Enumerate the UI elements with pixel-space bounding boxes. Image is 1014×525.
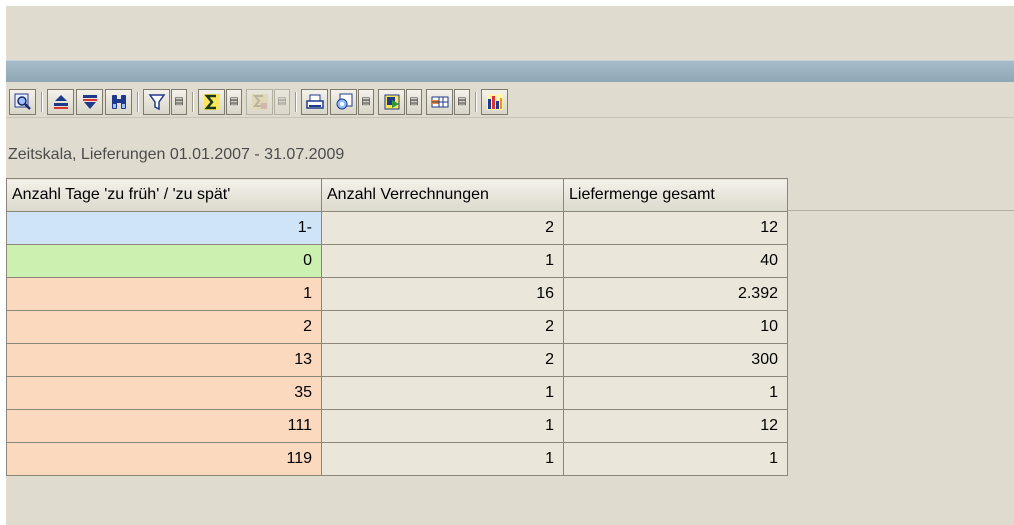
- cell-count[interactable]: 2: [321, 310, 564, 344]
- menu-list-icon: ▤: [174, 96, 184, 107]
- cell-count[interactable]: 1: [321, 376, 564, 410]
- menu-list-icon: ▤: [457, 96, 467, 107]
- subtotal-button[interactable]: [246, 89, 273, 115]
- cell-quantity[interactable]: 300: [563, 343, 788, 377]
- table-row[interactable]: 13 2 300: [6, 343, 788, 377]
- sort-ascending-button[interactable]: [47, 89, 74, 115]
- export-icon: [384, 94, 399, 110]
- column-header-quantity[interactable]: Liefermenge gesamt: [563, 178, 788, 212]
- views-menu-button[interactable]: ▤: [358, 89, 374, 115]
- layout-menu-button[interactable]: ▤: [454, 89, 470, 115]
- cell-days[interactable]: 2: [6, 310, 322, 344]
- table-row[interactable]: 1 16 2.392: [6, 277, 788, 311]
- menu-list-icon: ▤: [409, 96, 419, 107]
- alv-toolbar: ▤ ▤ ▤ ▤ ▤ ▤: [6, 82, 1014, 118]
- cell-count[interactable]: 1: [321, 244, 564, 278]
- cell-count[interactable]: 1: [321, 442, 564, 476]
- filter-menu-button[interactable]: ▤: [171, 89, 187, 115]
- sort-descending-button[interactable]: [76, 89, 103, 115]
- table-row[interactable]: 35 1 1: [6, 376, 788, 410]
- export-menu-button[interactable]: ▤: [406, 89, 422, 115]
- find-button[interactable]: [105, 89, 132, 115]
- table-header-row: Anzahl Tage 'zu früh' / 'zu spät' Anzahl…: [6, 178, 788, 212]
- cell-quantity[interactable]: 12: [563, 409, 788, 443]
- results-table: Anzahl Tage 'zu früh' / 'zu spät' Anzahl…: [6, 178, 788, 476]
- export-button[interactable]: [378, 89, 405, 115]
- filter-button[interactable]: [143, 89, 170, 115]
- cell-days[interactable]: 119: [6, 442, 322, 476]
- subtotal-icon: [251, 94, 268, 110]
- table-row[interactable]: 119 1 1: [6, 442, 788, 476]
- table-row[interactable]: 0 1 40: [6, 244, 788, 278]
- title-bar: [6, 60, 1014, 82]
- cell-quantity[interactable]: 1: [563, 442, 788, 476]
- sort-ascending-icon: [53, 95, 68, 109]
- report-title: Zeitskala, Lieferungen 01.01.2007 - 31.0…: [8, 146, 345, 163]
- subtotal-menu-button[interactable]: ▤: [274, 89, 290, 115]
- cell-quantity[interactable]: 40: [563, 244, 788, 278]
- column-header-days[interactable]: Anzahl Tage 'zu früh' / 'zu spät': [6, 178, 322, 212]
- graphic-button[interactable]: [481, 89, 508, 115]
- cell-quantity[interactable]: 2.392: [563, 277, 788, 311]
- bar-chart-icon: [486, 94, 503, 110]
- printer-icon: [305, 94, 324, 109]
- cell-days[interactable]: 1: [6, 277, 322, 311]
- cell-quantity[interactable]: 12: [563, 211, 788, 245]
- details-button[interactable]: [9, 89, 36, 115]
- cell-count[interactable]: 16: [321, 277, 564, 311]
- sum-menu-button[interactable]: ▤: [226, 89, 242, 115]
- views-icon: [336, 93, 352, 110]
- cell-days[interactable]: 0: [6, 244, 322, 278]
- cell-count[interactable]: 2: [321, 211, 564, 245]
- header-filler: [787, 178, 1014, 211]
- column-header-count[interactable]: Anzahl Verrechnungen: [321, 178, 564, 212]
- menu-list-icon: ▤: [361, 96, 371, 107]
- cell-days[interactable]: 35: [6, 376, 322, 410]
- sigma-icon: [203, 94, 220, 110]
- cell-count[interactable]: 1: [321, 409, 564, 443]
- sum-button[interactable]: [198, 89, 225, 115]
- binoculars-icon: [111, 95, 126, 109]
- cell-days[interactable]: 13: [6, 343, 322, 377]
- cell-quantity[interactable]: 10: [563, 310, 788, 344]
- layout-button[interactable]: [426, 89, 453, 115]
- table-row[interactable]: 1- 2 12: [6, 211, 788, 245]
- menu-list-icon: ▤: [277, 96, 287, 107]
- layout-grid-icon: [431, 96, 448, 108]
- sort-descending-icon: [82, 95, 97, 109]
- print-button[interactable]: [301, 89, 328, 115]
- menu-list-icon: ▤: [229, 96, 239, 107]
- sap-window: ▤ ▤ ▤ ▤ ▤ ▤ Zeitskala, Lieferungen 01.01…: [6, 6, 1014, 525]
- cell-days[interactable]: 1-: [6, 211, 322, 245]
- cell-quantity[interactable]: 1: [563, 376, 788, 410]
- funnel-icon: [148, 94, 165, 111]
- cell-days[interactable]: 111: [6, 409, 322, 443]
- views-button[interactable]: [330, 89, 357, 115]
- cell-count[interactable]: 2: [321, 343, 564, 377]
- table-row[interactable]: 2 2 10: [6, 310, 788, 344]
- table-row[interactable]: 111 1 12: [6, 409, 788, 443]
- magnifier-details-icon: [14, 93, 31, 110]
